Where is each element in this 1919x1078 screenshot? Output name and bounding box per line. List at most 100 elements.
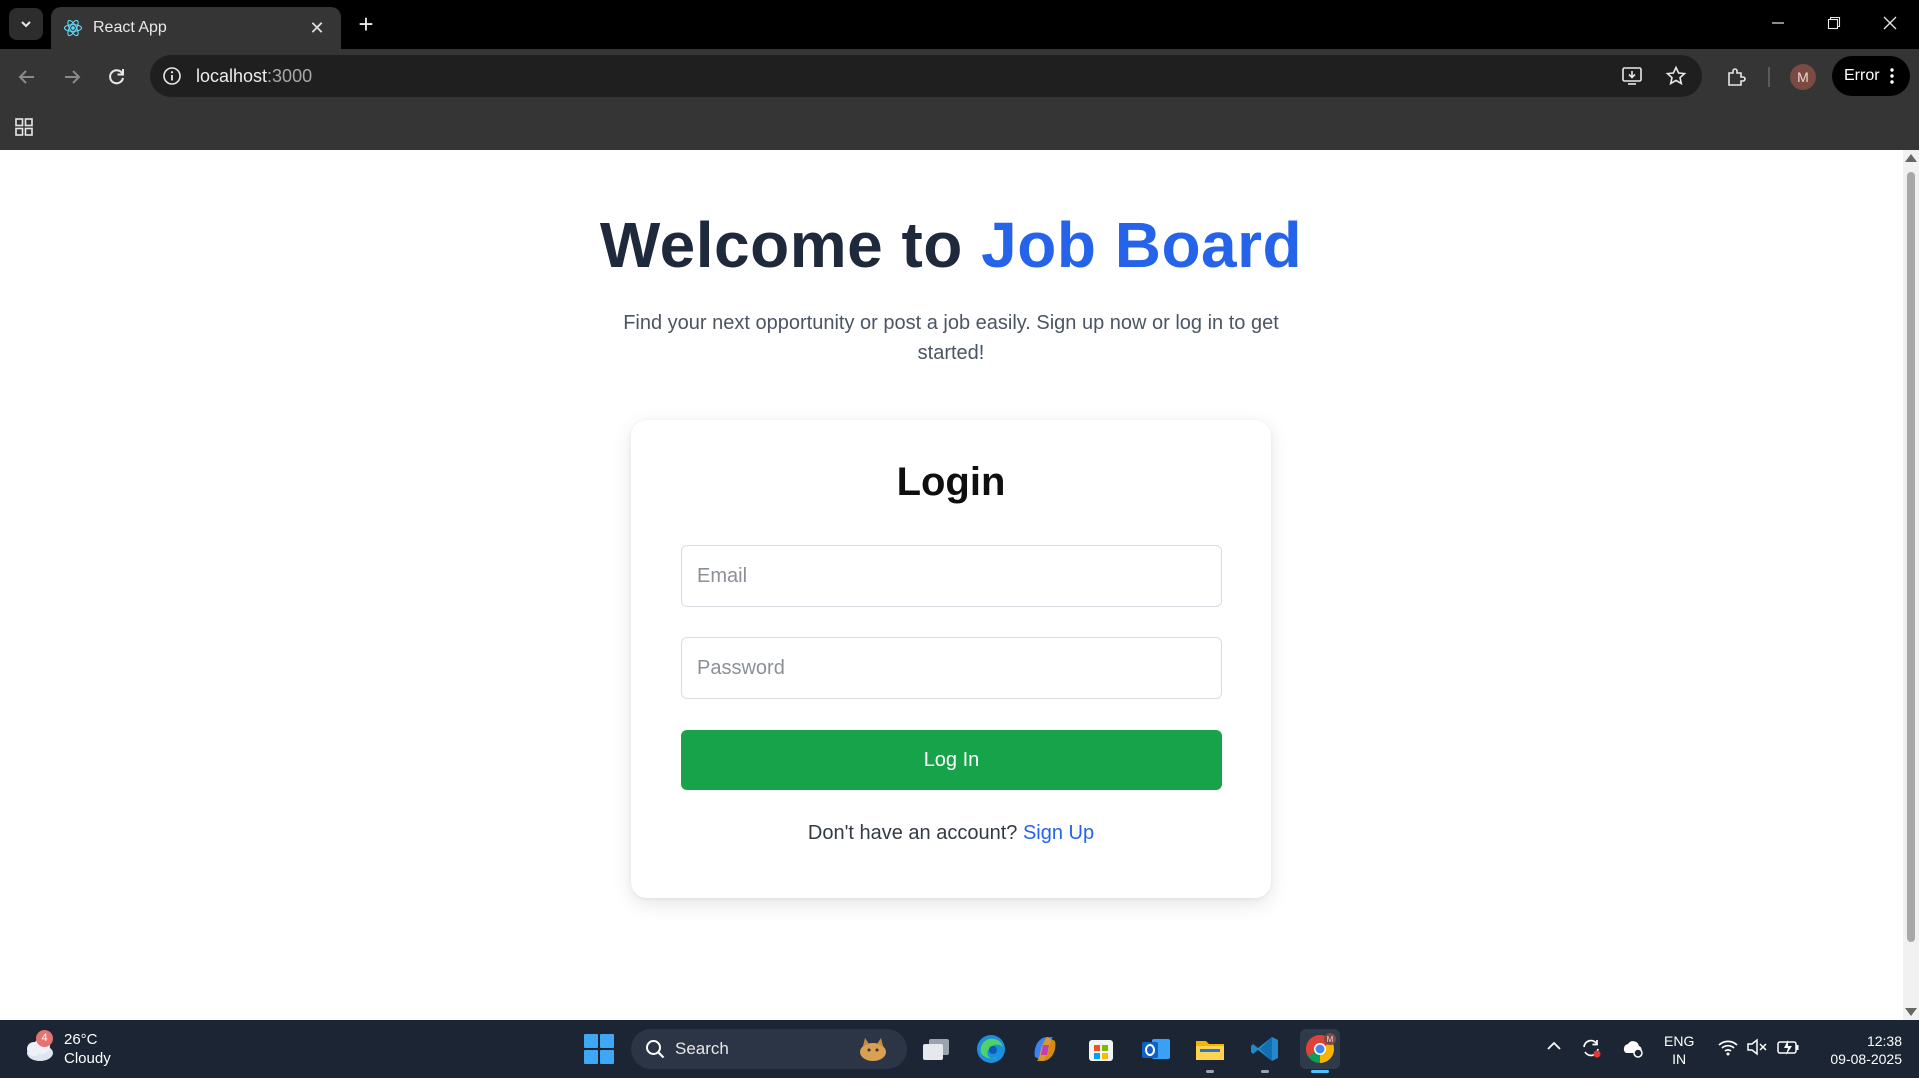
taskbar-edge[interactable] [971, 1029, 1011, 1069]
bookmarks-bar [0, 105, 1919, 150]
sync-icon [1583, 1039, 1601, 1058]
store-icon [1089, 1040, 1113, 1061]
tray-sync[interactable] [1580, 1037, 1602, 1064]
address-bar[interactable]: localhost:3000 [150, 55, 1702, 97]
browser-titlebar: React App ✕ + [0, 0, 1919, 49]
url-host: localhost [196, 65, 268, 86]
install-app-icon [1622, 67, 1642, 85]
language-primary: ENG [1664, 1033, 1695, 1049]
install-app-button[interactable] [1614, 55, 1650, 97]
taskbar-vscode[interactable] [1245, 1029, 1285, 1073]
chevron-up-icon [1547, 1041, 1561, 1050]
signup-link[interactable]: Sign Up [1023, 822, 1094, 844]
arrow-left-icon [18, 70, 34, 84]
login-title: Login [896, 460, 1006, 504]
react-logo-icon [63, 19, 83, 37]
arrow-right-icon [65, 70, 81, 84]
taskbar-clock[interactable]: 12:38 09-08-2025 [1812, 1032, 1902, 1068]
title-brand: Job Board [981, 209, 1303, 281]
outlook-icon [1142, 1039, 1170, 1059]
weather-text: 26°C Cloudy [64, 1030, 111, 1068]
tab-search-button[interactable] [9, 8, 43, 40]
restore-icon [1827, 16, 1841, 30]
vscode-icon [1251, 1037, 1278, 1061]
hero-section: Welcome to Job Board Find your next oppo… [0, 205, 1902, 368]
running-indicator [1206, 1070, 1214, 1073]
cloud-icon: 4 [20, 1030, 56, 1064]
reload-icon [109, 69, 124, 85]
password-field[interactable] [681, 637, 1222, 699]
minimize-button[interactable] [1750, 0, 1806, 46]
weather-badge: 4 [36, 1030, 53, 1047]
extensions-button[interactable] [1718, 59, 1754, 95]
close-icon [1883, 16, 1897, 30]
taskbar-task-view[interactable] [916, 1029, 956, 1069]
taskbar-file-explorer[interactable] [1190, 1029, 1230, 1073]
bookmark-star-button[interactable] [1658, 55, 1694, 97]
page-subtitle: Find your next opportunity or post a job… [623, 312, 1279, 364]
start-button[interactable] [584, 1034, 614, 1064]
tray-volume[interactable] [1746, 1037, 1768, 1062]
task-view-icon [923, 1039, 949, 1060]
cloud-sync-icon [1623, 1041, 1643, 1058]
windows-logo-icon [584, 1034, 598, 1048]
login-card: Login Log In Don't have an account? Sign… [631, 420, 1271, 898]
taskbar-store[interactable] [1081, 1029, 1121, 1069]
scroll-down-icon[interactable] [1905, 1008, 1917, 1016]
tray-onedrive[interactable] [1621, 1037, 1645, 1064]
signup-prompt-text: Don't have an account? [807, 822, 1023, 844]
battery-charging-icon [1777, 1040, 1799, 1055]
search-icon [646, 1040, 665, 1059]
site-info-icon[interactable] [160, 64, 184, 88]
tab-close-icon[interactable]: ✕ [307, 18, 327, 39]
forward-button[interactable] [54, 59, 90, 95]
active-indicator [1311, 1070, 1329, 1073]
tray-battery[interactable] [1776, 1037, 1800, 1062]
more-vert-icon [1890, 68, 1894, 84]
svg-text:M: M [1327, 1035, 1334, 1044]
tab-title: React App [93, 19, 167, 36]
error-label: Error [1844, 67, 1880, 84]
url-port: :3000 [267, 65, 313, 86]
signup-prompt: Don't have an account? Sign Up [631, 822, 1271, 845]
scrollbar-thumb[interactable] [1907, 172, 1915, 942]
minimize-icon [1772, 22, 1784, 24]
star-icon [1665, 65, 1687, 86]
scroll-up-icon[interactable] [1905, 154, 1917, 162]
tray-wifi[interactable] [1717, 1037, 1739, 1062]
folder-icon [1196, 1041, 1224, 1060]
weather-temperature: 26°C [64, 1031, 98, 1048]
copilot-icon [1034, 1037, 1056, 1061]
restore-button[interactable] [1806, 0, 1862, 46]
tray-overflow-button[interactable] [1545, 1037, 1563, 1060]
page-scrollbar[interactable] [1903, 150, 1919, 1020]
error-menu-button[interactable]: Error [1832, 56, 1910, 96]
weather-condition: Cloudy [64, 1050, 111, 1067]
new-tab-button[interactable]: + [352, 10, 380, 38]
volume-mute-icon [1747, 1038, 1767, 1056]
apps-grid-icon[interactable] [12, 115, 36, 139]
taskbar-chrome[interactable]: M [1300, 1029, 1340, 1073]
taskbar-outlook[interactable] [1136, 1029, 1176, 1069]
puzzle-icon [1728, 68, 1746, 86]
toolbar-divider [1768, 67, 1770, 87]
close-window-button[interactable] [1862, 0, 1918, 46]
weather-widget[interactable]: 4 26°C Cloudy [20, 1030, 111, 1068]
page-title: Welcome to Job Board [0, 205, 1902, 285]
chrome-icon: M [1306, 1033, 1336, 1063]
profile-avatar[interactable]: M [1790, 64, 1816, 90]
login-button[interactable]: Log In [681, 730, 1222, 790]
taskbar-search[interactable]: Search [631, 1029, 907, 1069]
wifi-icon [1718, 1040, 1738, 1056]
taskbar-copilot[interactable] [1025, 1029, 1065, 1069]
reload-button[interactable] [99, 59, 135, 95]
chevron-down-icon [21, 21, 31, 28]
windows-taskbar: 4 26°C Cloudy Search M ENG IN 12:38 09-0… [0, 1020, 1919, 1078]
language-indicator[interactable]: ENG IN [1664, 1032, 1694, 1068]
browser-toolbar: localhost:3000 M Error [0, 49, 1919, 105]
back-button[interactable] [9, 59, 45, 95]
email-field[interactable] [681, 545, 1222, 607]
browser-tab[interactable]: React App ✕ [51, 7, 341, 49]
title-prefix: Welcome to [599, 209, 982, 281]
cat-highlight-icon [860, 1038, 886, 1061]
